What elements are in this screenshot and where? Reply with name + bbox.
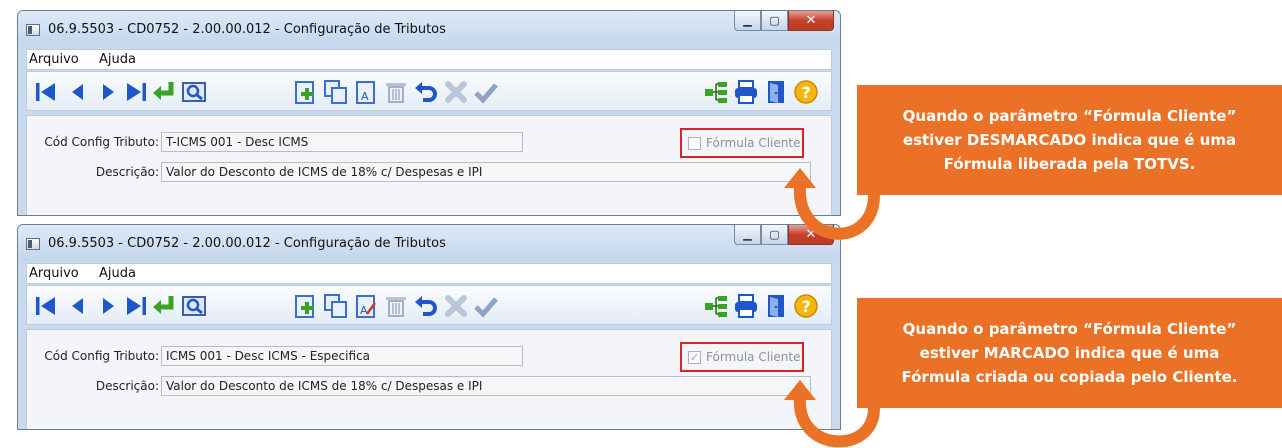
arrow-2-icon bbox=[784, 380, 880, 448]
callout-arrows bbox=[784, 168, 880, 448]
arrow-1-icon bbox=[784, 168, 880, 240]
